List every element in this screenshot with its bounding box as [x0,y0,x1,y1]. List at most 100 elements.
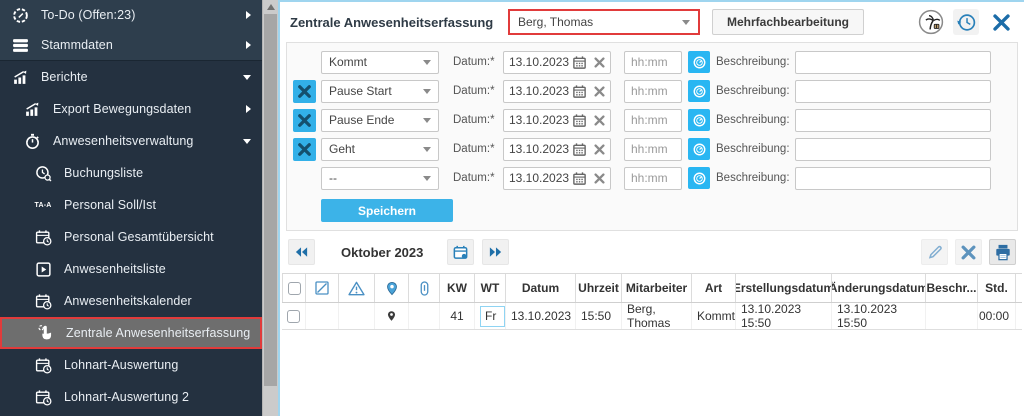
vacation-button[interactable] [918,9,944,35]
panel-header: Zentrale Anwesenheitserfassung Berg, Tho… [280,2,1024,42]
prev-month-button[interactable] [288,239,315,265]
booking-type-select[interactable]: Pause Start [321,80,439,103]
table-row[interactable]: 41 Fr 13.10.2023 15:50 Berg, Thomas Komm… [282,303,1022,330]
description-input[interactable] [795,167,991,190]
time-input[interactable] [624,109,682,132]
booking-type-value: Pause Ende [329,113,394,127]
sidebar-item-anwesenheitsverwaltung[interactable]: Anwesenheitsverwaltung [0,125,262,157]
print-button[interactable] [989,239,1016,265]
time-input[interactable] [624,80,682,103]
remove-x-icon [298,143,311,156]
play-square-icon [33,260,53,278]
date-input[interactable]: 13.10.2023 [503,51,611,74]
description-input[interactable] [795,51,991,74]
date-input[interactable]: 13.10.2023 [503,138,611,161]
delete-entry-button[interactable] [955,239,982,265]
edit-entry-button[interactable] [921,239,948,265]
remove-row-button[interactable] [293,109,316,132]
sidebar-item-stammdaten[interactable]: Stammdaten [0,30,262,60]
sidebar-item-todo[interactable]: To-Do (Offen:23) [0,0,262,30]
date-input[interactable]: 13.10.2023 [503,167,611,190]
calendar-picker-icon [452,244,469,261]
chevron-right-icon [246,11,251,19]
cell-beschreibung [926,303,978,329]
save-button[interactable]: Speichern [321,199,453,222]
calendar-icon[interactable] [572,142,587,157]
set-time-button[interactable] [688,109,710,131]
sidebar-item-personal-soll-ist[interactable]: TA-A Personal Soll/Ist [0,189,262,221]
column-header-wt[interactable]: WT [475,274,506,302]
set-time-button[interactable] [688,167,710,189]
description-input[interactable] [795,109,991,132]
date-input[interactable]: 13.10.2023 [503,80,611,103]
cell-wt-focused[interactable]: Fr [480,306,505,327]
booking-type-select[interactable]: Pause Ende [321,109,439,132]
description-input[interactable] [795,138,991,161]
calendar-icon[interactable] [572,84,587,99]
column-header-beschreibung[interactable]: Beschr... [926,274,978,302]
clock-icon [692,113,707,128]
remove-row-button[interactable] [293,138,316,161]
set-time-button[interactable] [688,80,710,102]
scroll-up-icon[interactable] [267,4,275,10]
column-header-erstellungsdatum[interactable]: Erstellungsdatum [736,274,832,302]
booking-type-select[interactable]: -- [321,167,439,190]
remove-row-button[interactable] [293,80,316,103]
clear-date-icon[interactable] [594,173,605,184]
sidebar-item-lohnart-auswertung[interactable]: Lohnart-Auswertung [0,349,262,381]
calendar-icon[interactable] [572,171,587,186]
employee-select[interactable]: Berg, Thomas [508,9,700,35]
history-button[interactable] [953,9,979,35]
employee-select-value: Berg, Thomas [518,15,593,29]
column-header-uhrzeit[interactable]: Uhrzeit [576,274,622,302]
booking-type-select[interactable]: Kommt [321,51,439,74]
location-pin-icon [386,309,397,323]
table-header-row: KW WT Datum Uhrzeit Mitarbeiter Art Erst… [282,273,1022,303]
next-month-button[interactable] [482,239,509,265]
set-time-button[interactable] [688,138,710,160]
hand-pointer-icon [35,324,55,342]
clear-date-icon[interactable] [594,144,605,155]
calendar-icon[interactable] [572,55,587,70]
column-header-std[interactable]: Std. [978,274,1016,302]
sidebar-item-anwesenheitsliste[interactable]: Anwesenheitsliste [0,253,262,285]
sidebar-item-lohnart-auswertung-2[interactable]: Lohnart-Auswertung 2 [0,381,262,413]
sidebar-scrollbar[interactable] [262,0,278,416]
booking-type-select[interactable]: Geht [321,138,439,161]
description-input[interactable] [795,80,991,103]
column-header-kw[interactable]: KW [440,274,475,302]
time-input[interactable] [624,138,682,161]
calendar-icon[interactable] [572,113,587,128]
period-navigation: Oktober 2023 [280,231,1024,273]
scrollbar-thumb[interactable] [264,14,277,386]
time-input[interactable] [624,167,682,190]
sidebar-item-label: Personal Gesamtübersicht [64,230,214,244]
sidebar-item-anwesenheitskalender[interactable]: Anwesenheitskalender [0,285,262,317]
sidebar-item-buchungsliste[interactable]: Buchungsliste [0,157,262,189]
description-label: Beschreibung: [716,56,795,68]
sidebar-item-label: Lohnart-Auswertung 2 [64,390,189,404]
date-value: 13.10.2023 [509,171,572,185]
row-checkbox[interactable] [287,310,300,323]
select-all-checkbox[interactable] [288,282,301,295]
sidebar-item-personal-gesamtuebersicht[interactable]: Personal Gesamtübersicht [0,221,262,253]
column-header-art[interactable]: Art [692,274,736,302]
column-header-mitarbeiter[interactable]: Mitarbeiter [622,274,692,302]
pick-date-button[interactable] [447,239,474,265]
close-button[interactable] [988,9,1014,35]
booking-type-value: Pause Start [329,84,392,98]
column-header-datum[interactable]: Datum [506,274,576,302]
clear-date-icon[interactable] [594,57,605,68]
remove-x-icon [298,85,311,98]
clear-date-icon[interactable] [594,115,605,126]
date-input[interactable]: 13.10.2023 [503,109,611,132]
sidebar-item-export-bewegungsdaten[interactable]: Export Bewegungsdaten [0,93,262,125]
set-time-button[interactable] [688,51,710,73]
sidebar-item-label: Zentrale Anwesenheitserfassung [66,326,250,340]
time-input[interactable] [624,51,682,74]
clear-date-icon[interactable] [594,86,605,97]
multi-edit-button[interactable]: Mehrfachbearbeitung [712,9,864,35]
sidebar-item-zentrale-anwesenheitserfassung[interactable]: Zentrale Anwesenheitserfassung [0,317,262,349]
sidebar-item-berichte[interactable]: Berichte [0,61,262,93]
column-header-aenderungsdatum[interactable]: Änderungsdatum [832,274,926,302]
